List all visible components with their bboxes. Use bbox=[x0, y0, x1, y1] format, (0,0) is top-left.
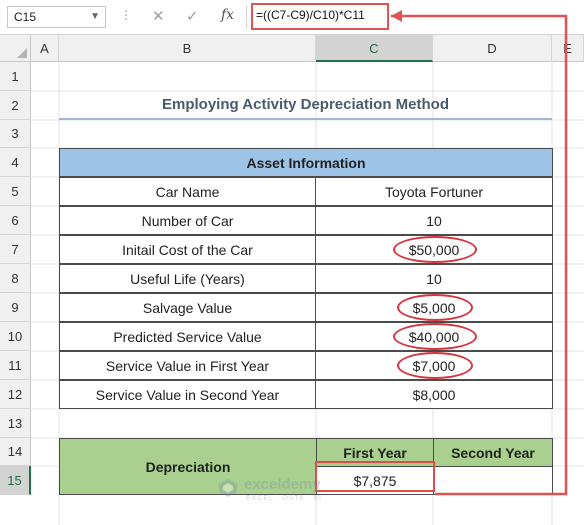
first-year-header-text: First Year bbox=[343, 444, 407, 461]
name-box-value: C15 bbox=[14, 10, 37, 24]
cancel-icon[interactable]: ✕ bbox=[152, 7, 165, 25]
asset-label-cell[interactable]: Number of Car bbox=[59, 206, 316, 235]
asset-label-cell-text: Car Name bbox=[155, 183, 220, 200]
formula-highlight-box bbox=[251, 3, 389, 30]
asset-label-cell-text: Useful Life (Years) bbox=[130, 270, 245, 287]
row-header-5[interactable]: 5 bbox=[0, 177, 31, 206]
asset-value-cell[interactable]: Toyota Fortuner bbox=[315, 177, 553, 206]
chevron-down-icon[interactable]: ▼ bbox=[90, 7, 100, 27]
asset-label-cell-text: Service Value in First Year bbox=[105, 357, 270, 374]
column-headers: A B C D E bbox=[0, 35, 584, 62]
row-header-1[interactable]: 1 bbox=[0, 62, 31, 91]
depreciation-label-cell-text: Depreciation bbox=[145, 458, 231, 475]
watermark-name: exceldemy bbox=[244, 476, 321, 493]
row-header-7[interactable]: 7 bbox=[0, 235, 31, 264]
second-year-header[interactable]: Second Year bbox=[433, 438, 553, 467]
row-header-8[interactable]: 8 bbox=[0, 264, 31, 293]
annotation-circle bbox=[392, 236, 477, 263]
watermark-tagline: EXCEL · DATA · BI bbox=[246, 495, 322, 502]
row-header-3[interactable]: 3 bbox=[0, 120, 31, 148]
asset-value-cell-text: Toyota Fortuner bbox=[384, 183, 484, 200]
annotation-circle bbox=[392, 323, 477, 350]
asset-label-cell[interactable]: Service Value in First Year bbox=[59, 351, 316, 380]
row-header-9[interactable]: 9 bbox=[0, 293, 31, 322]
sheet-title[interactable]: Employing Activity Depreciation Method bbox=[59, 91, 552, 119]
asset-label-cell[interactable]: Service Value in Second Year bbox=[59, 380, 316, 409]
annotation-circle bbox=[396, 352, 473, 379]
exceldemy-watermark: exceldemy EXCEL · DATA · BI bbox=[218, 476, 358, 510]
asset-label-cell[interactable]: Salvage Value bbox=[59, 293, 316, 322]
asset-label-cell-text: Salvage Value bbox=[142, 299, 233, 316]
asset-label-cell[interactable]: Predicted Service Value bbox=[59, 322, 316, 351]
second-year-header-text: Second Year bbox=[451, 444, 535, 461]
asset-label-cell-text: Service Value in Second Year bbox=[95, 386, 280, 403]
column-header-c[interactable]: C bbox=[316, 35, 433, 62]
asset-table-header-text: Asset Information bbox=[246, 154, 366, 171]
formula-bar-separator bbox=[246, 5, 247, 29]
excel-window: C15 ▼ ⋮ ✕ ✓ fx =((C7-C9)/C10)*C11 A B C … bbox=[0, 0, 584, 525]
asset-table-header[interactable]: Asset Information bbox=[59, 148, 553, 177]
formula-bar: C15 ▼ ⋮ ✕ ✓ fx =((C7-C9)/C10)*C11 bbox=[0, 0, 584, 35]
asset-value-cell[interactable]: $8,000 bbox=[315, 380, 553, 409]
asset-label-cell[interactable]: Useful Life (Years) bbox=[59, 264, 316, 293]
row-header-6[interactable]: 6 bbox=[0, 206, 31, 235]
exceldemy-logo-icon bbox=[219, 479, 237, 497]
insert-function-icon[interactable]: fx bbox=[221, 7, 234, 23]
column-header-a[interactable]: A bbox=[31, 35, 59, 62]
row-header-2[interactable]: 2 bbox=[0, 91, 31, 120]
select-all-button[interactable] bbox=[0, 35, 31, 62]
row-header-10[interactable]: 10 bbox=[0, 322, 31, 351]
asset-value-cell[interactable]: 10 bbox=[315, 264, 553, 293]
row-header-13[interactable]: 13 bbox=[0, 409, 31, 438]
row-header-14[interactable]: 14 bbox=[0, 438, 31, 466]
asset-label-cell-text: Initail Cost of the Car bbox=[122, 241, 253, 258]
asset-value-cell-text: 10 bbox=[426, 212, 442, 229]
asset-label-cell[interactable]: Initail Cost of the Car bbox=[59, 235, 316, 264]
asset-value-cell-text: 10 bbox=[426, 270, 442, 287]
name-box[interactable]: C15 ▼ bbox=[7, 6, 106, 28]
asset-value-cell-text: $8,000 bbox=[412, 386, 456, 403]
column-header-e[interactable]: E bbox=[552, 35, 584, 62]
asset-label-cell-text: Number of Car bbox=[141, 212, 234, 229]
title-underline bbox=[59, 118, 552, 120]
asset-label-cell[interactable]: Car Name bbox=[59, 177, 316, 206]
row-header-15[interactable]: 15 bbox=[0, 466, 31, 495]
annotation-circle bbox=[396, 294, 473, 321]
row-header-11[interactable]: 11 bbox=[0, 351, 31, 380]
asset-label-cell-text: Predicted Service Value bbox=[113, 328, 262, 345]
row-header-12[interactable]: 12 bbox=[0, 380, 31, 409]
asset-value-cell[interactable]: 10 bbox=[315, 206, 553, 235]
second-year-value-cell[interactable] bbox=[433, 466, 553, 495]
column-header-d[interactable]: D bbox=[433, 35, 552, 62]
enter-icon[interactable]: ✓ bbox=[186, 7, 199, 25]
formula-bar-divider-icon: ⋮ bbox=[120, 8, 133, 22]
column-header-b[interactable]: B bbox=[59, 35, 316, 62]
row-header-4[interactable]: 4 bbox=[0, 148, 31, 177]
